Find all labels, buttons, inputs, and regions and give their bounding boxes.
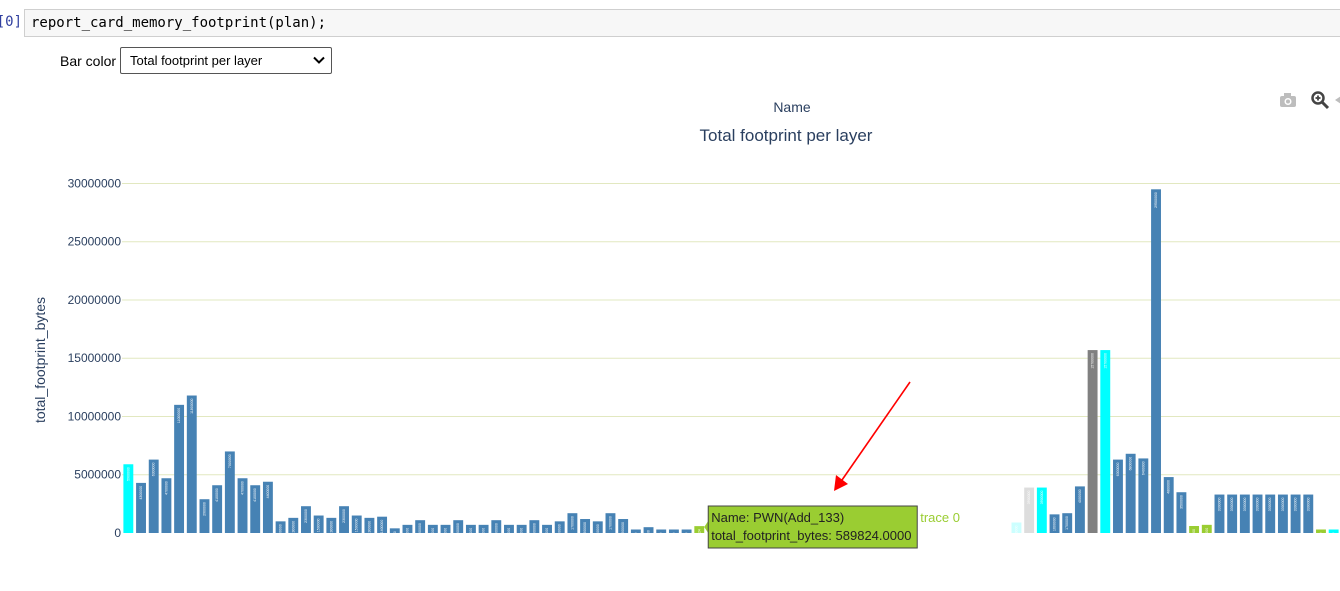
- bar-value-label: 300000: [685, 532, 689, 544]
- bar[interactable]: [1328, 529, 1339, 533]
- bar[interactable]: [656, 529, 667, 533]
- bar-value-label: 1700000: [570, 516, 574, 530]
- bar-value-label: 1500000: [355, 518, 359, 532]
- bar-value-label: 7000000: [228, 454, 232, 468]
- bar-value-label: 6400000: [1141, 461, 1145, 475]
- bar-value-label: 3500000: [1179, 495, 1183, 509]
- bar-value-label: 1400000: [380, 520, 384, 534]
- bar-value-label: 1100000: [532, 523, 536, 536]
- bar-value-label: 700000: [507, 528, 511, 540]
- bar-value-label: 700000: [444, 528, 448, 540]
- bar-value-label: 300000: [659, 532, 663, 544]
- bar-value-label: 6300000: [152, 463, 156, 477]
- bar-value-label: 300000: [634, 532, 638, 544]
- bar-chart: 0 5000000 10000000 15000000 20000000 25000000…: [32, 99, 1340, 549]
- bar-value-label: 700000: [469, 528, 473, 540]
- bar-value-label: 2300000: [304, 509, 308, 523]
- tooltip-trace: trace 0: [920, 510, 960, 525]
- chart-title: Total footprint per layer: [700, 126, 873, 145]
- chart-header: Name: [773, 99, 811, 115]
- bar-value-label: 6800000: [1129, 457, 1133, 471]
- bar[interactable]: [1151, 189, 1161, 534]
- bar-value-label: 3300000: [1256, 498, 1260, 512]
- bar-value-label: 700000: [482, 528, 486, 540]
- y-tick-label: 30000000: [68, 176, 122, 190]
- bar-value-label: 4700000: [241, 481, 245, 495]
- bar-value-label: 300000: [1332, 532, 1336, 544]
- bar-value-label: 3300000: [1294, 498, 1298, 512]
- bar-value-label: 1100000: [418, 523, 422, 536]
- bar-value-label: 15700000: [1103, 353, 1107, 369]
- bar-value-label: 4000000: [1078, 489, 1082, 503]
- bar-value-label: 900000: [1014, 525, 1018, 537]
- bar-value-label: 1600000: [1053, 517, 1057, 531]
- bar-value-label: 4400000: [266, 485, 270, 499]
- bar-value-label: 1300000: [329, 521, 333, 535]
- bar[interactable]: [1100, 350, 1111, 533]
- bar[interactable]: [681, 529, 692, 533]
- y-axis-ticks: 0 5000000 10000000 15000000 20000000 25000000…: [68, 176, 122, 540]
- hover-tooltip: Name: PWN(Add_133) total_footprint_bytes:…: [704, 505, 960, 549]
- bar-value-label: 1100000: [494, 523, 498, 536]
- y-axis-label: total_footprint_bytes: [32, 297, 48, 423]
- bar-value-label: 1200000: [583, 522, 587, 536]
- y-tick-label: 20000000: [68, 293, 122, 307]
- bar-value-label: 5900000: [126, 467, 130, 481]
- y-tick-label: 0: [114, 526, 121, 540]
- bar-value-label: 1700000: [1065, 516, 1069, 530]
- bar-value-label: 400000: [393, 531, 397, 543]
- bar-value-label: 4100000: [215, 488, 219, 502]
- bar-value-label: 1300000: [291, 521, 295, 535]
- bar[interactable]: [630, 529, 641, 533]
- bar-value-label: 600000: [1192, 529, 1196, 541]
- y-tick-label: 5000000: [74, 468, 121, 482]
- bar-value-label: 3300000: [1306, 498, 1310, 512]
- y-tick-label: 25000000: [68, 235, 122, 249]
- bar-value-label: 2300000: [342, 509, 346, 523]
- y-tick-label: 15000000: [68, 351, 122, 365]
- bar-value-label: 2900000: [202, 502, 206, 516]
- bar[interactable]: [1087, 350, 1098, 533]
- bar-value-label: 29500000: [1154, 192, 1158, 208]
- bar-value-label: 4800000: [1167, 480, 1171, 494]
- tooltip-value: total_footprint_bytes: 589824.0000: [711, 528, 911, 543]
- bar-value-label: 700000: [405, 528, 409, 540]
- bar-value-label: 700000: [431, 528, 435, 540]
- bar-value-label: 589824: [697, 529, 701, 541]
- bar-value-label: 4700000: [164, 481, 168, 495]
- bar-value-label: 300000: [1319, 532, 1323, 544]
- bar-value-label: 1000000: [279, 524, 283, 538]
- bar-value-label: 11800000: [190, 398, 194, 413]
- bar[interactable]: [186, 395, 197, 533]
- bar-value-label: 700000: [545, 528, 549, 540]
- bar-value-label: 3300000: [1230, 498, 1234, 512]
- bar-value-label: 700000: [520, 528, 524, 540]
- y-tick-label: 10000000: [68, 409, 122, 423]
- bar-value-label: 4100000: [253, 488, 257, 502]
- bar-value-label: 15700000: [1091, 353, 1095, 369]
- bar-value-label: 1500000: [317, 518, 321, 532]
- bar-value-label: 6300000: [1116, 463, 1120, 477]
- bar[interactable]: [668, 529, 679, 533]
- bar-value-label: 1000000: [596, 524, 600, 538]
- bar-value-label: 3300000: [1281, 498, 1285, 512]
- bar-value-label: 300000: [672, 532, 676, 544]
- bar-value-label: 500000: [647, 530, 651, 542]
- bar-value-label: 1700000: [608, 516, 612, 530]
- bar-value-label: 3300000: [1243, 498, 1247, 512]
- bar-value-label: 3900000: [1027, 491, 1031, 505]
- bar-value-label: 1200000: [621, 522, 625, 536]
- bars: 5900000 4300000 6300000 4700000 11000000 1180…: [123, 189, 1339, 544]
- bar-value-label: 3300000: [1268, 498, 1272, 512]
- bar-value-label: 1000000: [558, 524, 562, 538]
- bar-value-label: 1300000: [367, 521, 371, 535]
- bar[interactable]: [1316, 529, 1326, 533]
- tooltip-name: Name: PWN(Add_133): [711, 510, 844, 525]
- bar-value-label: 3900000: [1040, 491, 1044, 505]
- bar-value-label: 3300000: [1217, 498, 1221, 512]
- bar-value-label: 11000000: [177, 408, 181, 423]
- bar-value-label: 4300000: [139, 486, 143, 500]
- bar-value-label: 1100000: [456, 523, 460, 536]
- bar-value-label: 700000: [1205, 528, 1209, 540]
